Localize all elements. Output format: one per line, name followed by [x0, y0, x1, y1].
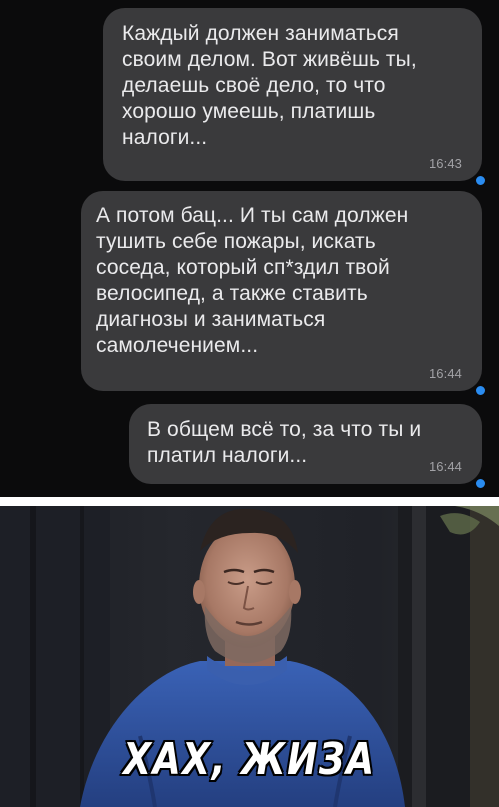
meme-caption: ХАХ, ЖИЗА: [122, 733, 376, 786]
meme-photo: ХАХ, ЖИЗА: [0, 506, 499, 807]
message-text: В общем всё то, за что ты и платил налог…: [147, 418, 422, 467]
chat-thread: Каждый должен заниматься своим делом. Во…: [0, 0, 499, 497]
message-timestamp: 16:44: [428, 366, 462, 381]
read-status-dot-icon: [474, 477, 487, 490]
message-timestamp: 16:43: [428, 156, 462, 171]
message-bubble[interactable]: А потом бац... И ты сам должен тушить се…: [81, 191, 487, 397]
read-status-dot-icon: [474, 384, 487, 397]
message-timestamp: 16:44: [428, 459, 462, 474]
message-text: Каждый должен заниматься своим делом. Во…: [122, 22, 417, 149]
message-bubble[interactable]: В общем всё то, за что ты и платил налог…: [129, 404, 487, 490]
read-status-dot-icon: [474, 174, 487, 187]
message-text: А потом бац... И ты сам должен тушить се…: [96, 204, 409, 357]
message-bubble[interactable]: Каждый должен заниматься своим делом. Во…: [103, 8, 487, 187]
image-separator: [0, 497, 499, 506]
